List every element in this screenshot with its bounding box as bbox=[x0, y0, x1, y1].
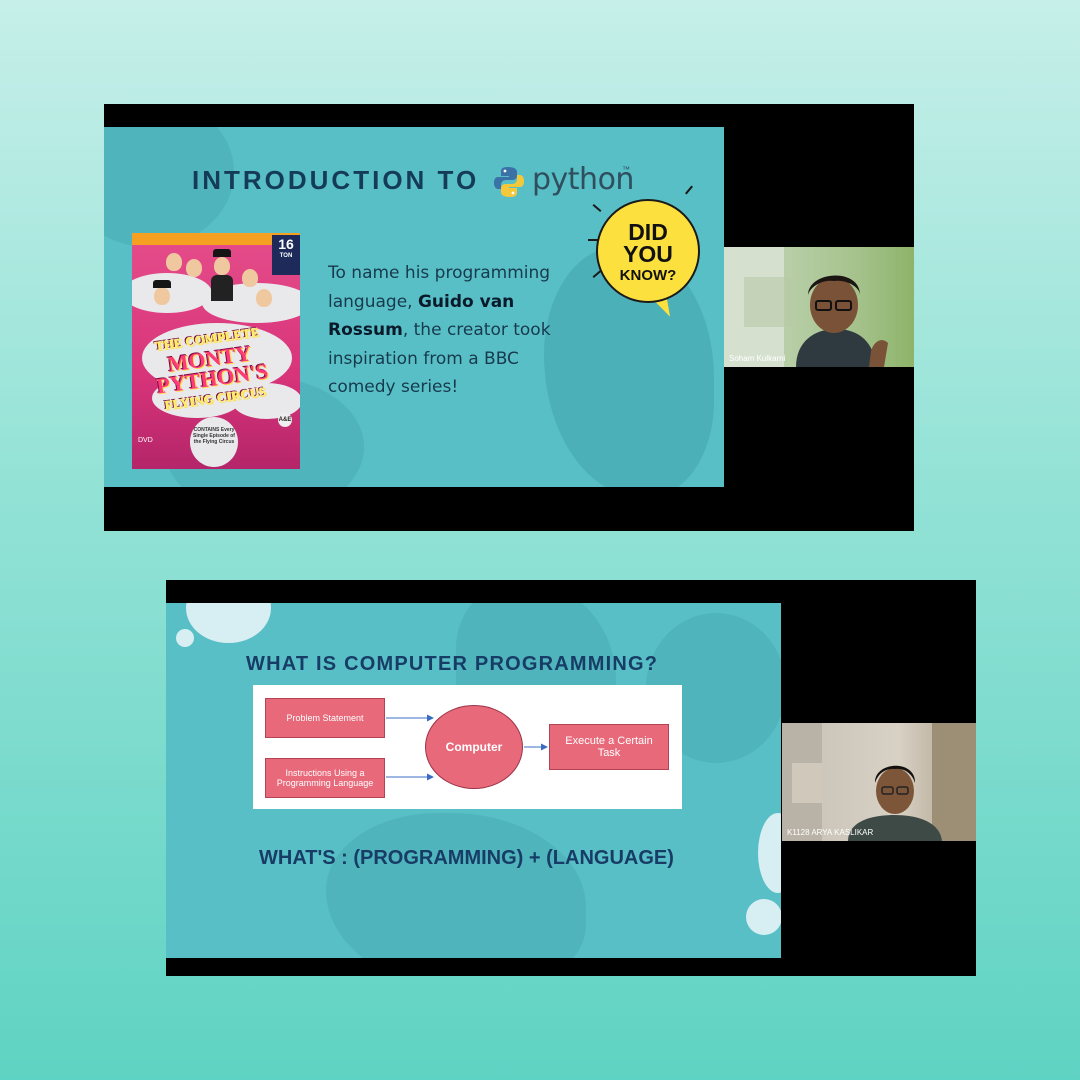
slide-introduction: INTRODUCTION TO python ™ 16 TON THE COMP… bbox=[104, 127, 724, 487]
did-you-know-text: DID YOU KNOW? bbox=[596, 221, 700, 287]
participant-video-feed bbox=[724, 247, 888, 367]
slide-body-text: To name his programming language, Guido … bbox=[328, 259, 568, 402]
cast-member bbox=[186, 259, 202, 277]
participant-name: K1128 ARYA KASLIKAR bbox=[787, 828, 874, 837]
participant-video-tile[interactable]: Soham Kulkarni bbox=[724, 247, 914, 367]
decor-dot bbox=[746, 899, 781, 935]
network-logo: A&E bbox=[278, 413, 292, 427]
python-logo-icon bbox=[494, 167, 524, 197]
decor-blob bbox=[758, 813, 781, 893]
bubble-line-3: KNOW? bbox=[619, 267, 677, 284]
flow-diagram: Problem Statement Instructions Using a P… bbox=[253, 685, 682, 809]
cast-member bbox=[154, 287, 170, 305]
formula-text: WHAT'S : (PROGRAMMING) + (LANGUAGE) bbox=[259, 847, 674, 869]
sixteen-ton-weight-badge: 16 TON bbox=[272, 235, 300, 275]
badge-number: 16 bbox=[278, 236, 294, 252]
presentation-frame-1: INTRODUCTION TO python ™ 16 TON THE COMP… bbox=[104, 104, 914, 531]
presentation-frame-2: WHAT IS COMPUTER PROGRAMMING? Problem St… bbox=[166, 580, 976, 976]
cast-member bbox=[166, 253, 182, 271]
cast-suit bbox=[211, 275, 233, 301]
bubble-line-2: YOU bbox=[623, 241, 673, 267]
participant-name: Soham Kulkarni bbox=[729, 354, 786, 363]
dvd-format-label: DVD bbox=[138, 437, 153, 444]
participant-video-feed bbox=[782, 723, 976, 841]
bubble-line-1: DID bbox=[628, 219, 668, 245]
decor-dot bbox=[176, 629, 194, 647]
cast-member bbox=[256, 289, 272, 307]
trademark: ™ bbox=[622, 165, 630, 174]
badge-text: TON bbox=[279, 253, 293, 259]
decor-blob bbox=[326, 813, 586, 958]
cast-member bbox=[242, 269, 258, 287]
diagram-arrows bbox=[386, 714, 548, 781]
decor-blob bbox=[186, 603, 271, 643]
bowler-hat bbox=[213, 249, 231, 257]
monty-python-dvd-cover: 16 TON THE COMPLETE MONTY PYTHON'S FLYIN… bbox=[132, 233, 300, 469]
python-wordmark: python bbox=[532, 162, 634, 197]
slide-title: INTRODUCTION TO bbox=[192, 165, 480, 195]
slide-computer-programming: WHAT IS COMPUTER PROGRAMMING? Problem St… bbox=[166, 603, 781, 958]
cast-member bbox=[214, 257, 230, 275]
dvd-contains-bubble: CONTAINS Every Single Episode of the Fly… bbox=[190, 417, 238, 467]
slide-title: WHAT IS COMPUTER PROGRAMMING? bbox=[246, 653, 659, 675]
burst-line bbox=[592, 204, 602, 212]
burst-line bbox=[685, 185, 693, 195]
bowler-hat bbox=[153, 280, 171, 288]
participant-video-tile[interactable]: K1128 ARYA KASLIKAR bbox=[782, 723, 976, 841]
dvd-cloud bbox=[132, 273, 212, 313]
